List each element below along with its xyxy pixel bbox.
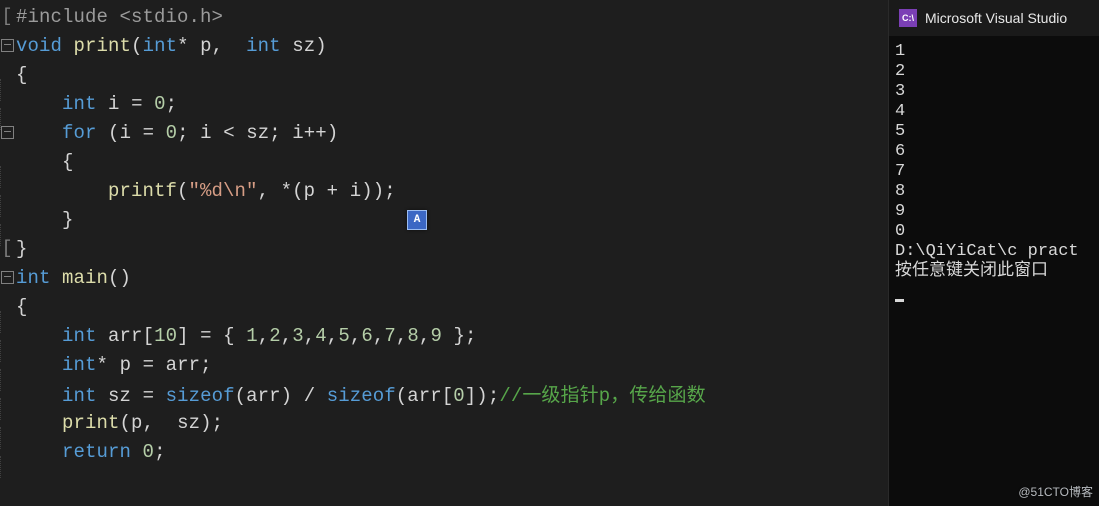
fold-marker[interactable] bbox=[0, 39, 14, 52]
console-title: Microsoft Visual Studio bbox=[925, 10, 1067, 26]
code-line[interactable]: int* p = arr; bbox=[0, 350, 888, 379]
console-line: D:\QiYiCat\c pract bbox=[895, 242, 1093, 262]
fold-toggle-icon[interactable] bbox=[1, 271, 14, 284]
ime-indicator: A bbox=[407, 210, 427, 230]
code-line[interactable]: } bbox=[0, 205, 888, 234]
code-text[interactable]: int* p = arr; bbox=[14, 354, 212, 376]
fold-marker: [ bbox=[0, 239, 14, 259]
code-text[interactable]: int i = 0; bbox=[14, 93, 177, 115]
code-line[interactable]: int main() bbox=[0, 263, 888, 292]
code-line[interactable]: int i = 0; bbox=[0, 89, 888, 118]
code-text[interactable]: { bbox=[14, 64, 28, 86]
code-line[interactable]: { bbox=[0, 147, 888, 176]
console-line: 8 bbox=[895, 182, 1093, 202]
watermark: @51CTO博客 bbox=[1018, 483, 1093, 500]
console-line: 5 bbox=[895, 122, 1093, 142]
code-editor[interactable]: [#include <stdio.h>void print(int* p, in… bbox=[0, 0, 888, 506]
code-text[interactable]: { bbox=[14, 296, 28, 318]
console-cursor bbox=[895, 299, 904, 302]
code-text[interactable]: { bbox=[14, 151, 74, 173]
console-panel: C:\ Microsoft Visual Studio 1234567890D:… bbox=[888, 0, 1099, 506]
ime-label: A bbox=[414, 214, 421, 226]
fold-bracket-icon: [ bbox=[2, 7, 13, 27]
fold-marker[interactable] bbox=[0, 271, 14, 284]
code-line[interactable]: void print(int* p, int sz) bbox=[0, 31, 888, 60]
fold-toggle-icon[interactable] bbox=[1, 39, 14, 52]
console-line: 7 bbox=[895, 162, 1093, 182]
fold-bracket-icon: [ bbox=[2, 239, 13, 259]
console-output[interactable]: 1234567890D:\QiYiCat\c pract按任意键关闭此窗口 bbox=[889, 36, 1099, 302]
fold-marker[interactable] bbox=[0, 126, 14, 139]
console-line: 6 bbox=[895, 142, 1093, 162]
visual-studio-icon: C:\ bbox=[899, 9, 917, 27]
code-line[interactable]: { bbox=[0, 292, 888, 321]
code-line[interactable]: [#include <stdio.h> bbox=[0, 2, 888, 31]
code-text[interactable]: return 0; bbox=[14, 441, 166, 463]
console-line: 2 bbox=[895, 62, 1093, 82]
code-text[interactable]: print(p, sz); bbox=[14, 412, 223, 434]
console-line: 4 bbox=[895, 102, 1093, 122]
code-line[interactable]: return 0; bbox=[0, 437, 888, 466]
code-text[interactable]: } bbox=[14, 238, 28, 260]
console-line: 按任意键关闭此窗口 bbox=[895, 262, 1093, 282]
console-line: 0 bbox=[895, 222, 1093, 242]
fold-toggle-icon[interactable] bbox=[1, 126, 14, 139]
code-line[interactable]: int sz = sizeof(arr) / sizeof(arr[0]);//… bbox=[0, 379, 888, 408]
code-text[interactable]: for (i = 0; i < sz; i++) bbox=[14, 122, 338, 144]
console-line: 3 bbox=[895, 82, 1093, 102]
code-line[interactable]: for (i = 0; i < sz; i++) bbox=[0, 118, 888, 147]
code-text[interactable]: #include <stdio.h> bbox=[14, 6, 223, 28]
fold-marker: [ bbox=[0, 7, 14, 27]
code-text[interactable]: void print(int* p, int sz) bbox=[14, 35, 327, 57]
code-line[interactable]: [} bbox=[0, 234, 888, 263]
code-text[interactable]: int main() bbox=[14, 267, 131, 289]
console-line: 1 bbox=[895, 42, 1093, 62]
console-title-bar: C:\ Microsoft Visual Studio bbox=[889, 0, 1099, 36]
code-line[interactable]: print(p, sz); bbox=[0, 408, 888, 437]
console-line: 9 bbox=[895, 202, 1093, 222]
code-text[interactable]: } bbox=[14, 209, 74, 231]
code-line[interactable]: int arr[10] = { 1,2,3,4,5,6,7,8,9 }; bbox=[0, 321, 888, 350]
code-text[interactable]: int sz = sizeof(arr) / sizeof(arr[0]);//… bbox=[14, 380, 706, 407]
workspace: [#include <stdio.h>void print(int* p, in… bbox=[0, 0, 1099, 506]
code-text[interactable]: int arr[10] = { 1,2,3,4,5,6,7,8,9 }; bbox=[14, 325, 477, 347]
code-line[interactable]: { bbox=[0, 60, 888, 89]
code-text[interactable]: printf("%d\n", *(p + i)); bbox=[14, 180, 396, 202]
code-line[interactable]: printf("%d\n", *(p + i)); bbox=[0, 176, 888, 205]
